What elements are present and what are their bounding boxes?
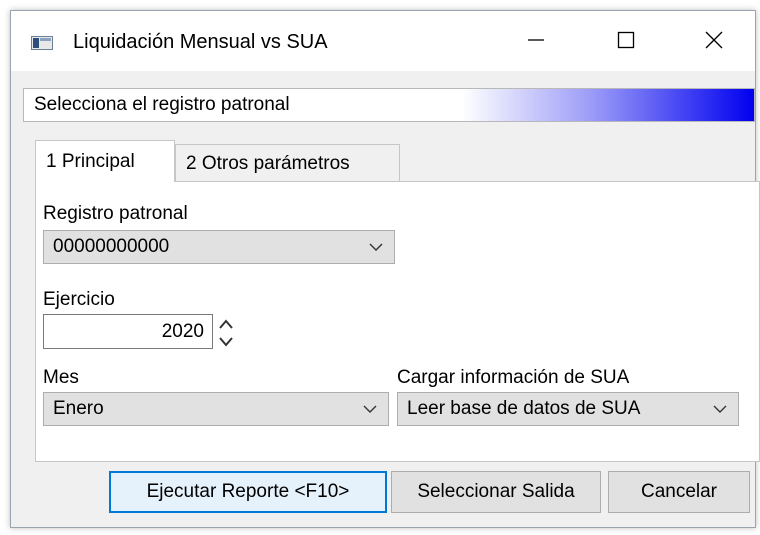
ejercicio-label: Ejercicio xyxy=(43,289,115,310)
close-button[interactable] xyxy=(691,23,737,61)
minimize-button[interactable] xyxy=(513,23,559,61)
cargar-sua-label: Cargar información de SUA xyxy=(397,367,630,388)
ejercicio-input[interactable]: 2020 xyxy=(43,314,213,349)
cancel-button[interactable]: Cancelar xyxy=(608,471,750,513)
mes-value: Enero xyxy=(53,398,104,419)
mes-label: Mes xyxy=(43,367,79,388)
minimize-icon xyxy=(527,31,545,54)
chevron-down-icon[interactable] xyxy=(362,402,378,416)
registro-patronal-select[interactable]: 00000000000 xyxy=(43,230,395,264)
tab-label: 1 Principal xyxy=(46,151,135,172)
registro-patronal-value: 00000000000 xyxy=(53,236,170,257)
run-report-button[interactable]: Ejecutar Reporte <F10> xyxy=(109,471,387,513)
tab-principal[interactable]: 1 Principal xyxy=(35,140,175,182)
maximize-icon xyxy=(617,31,635,54)
cargar-sua-select[interactable]: Leer base de datos de SUA xyxy=(397,392,739,426)
banner-text: Selecciona el registro patronal xyxy=(34,94,290,115)
title-bar[interactable]: Liquidación Mensual vs SUA xyxy=(11,11,755,71)
ejercicio-value: 2020 xyxy=(161,321,204,342)
app-window-icon xyxy=(31,36,53,50)
tab-otros-parametros[interactable]: 2 Otros parámetros xyxy=(175,144,400,182)
tab-label: 2 Otros parámetros xyxy=(186,153,350,174)
cargar-sua-value: Leer base de datos de SUA xyxy=(407,398,641,419)
close-icon xyxy=(705,31,723,54)
select-output-button[interactable]: Seleccionar Salida xyxy=(391,471,601,513)
chevron-down-icon xyxy=(368,240,384,254)
spin-arrows-icon[interactable] xyxy=(217,316,235,350)
window-title: Liquidación Mensual vs SUA xyxy=(73,31,328,53)
maximize-button[interactable] xyxy=(603,23,649,61)
mes-select[interactable]: Enero xyxy=(43,392,389,426)
chevron-down-icon[interactable] xyxy=(712,402,728,416)
registro-patronal-label: Registro patronal xyxy=(43,203,188,224)
instruction-banner: Selecciona el registro patronal xyxy=(23,88,755,122)
dialog-window: Liquidación Mensual vs SUA Selecciona el… xyxy=(10,10,760,528)
